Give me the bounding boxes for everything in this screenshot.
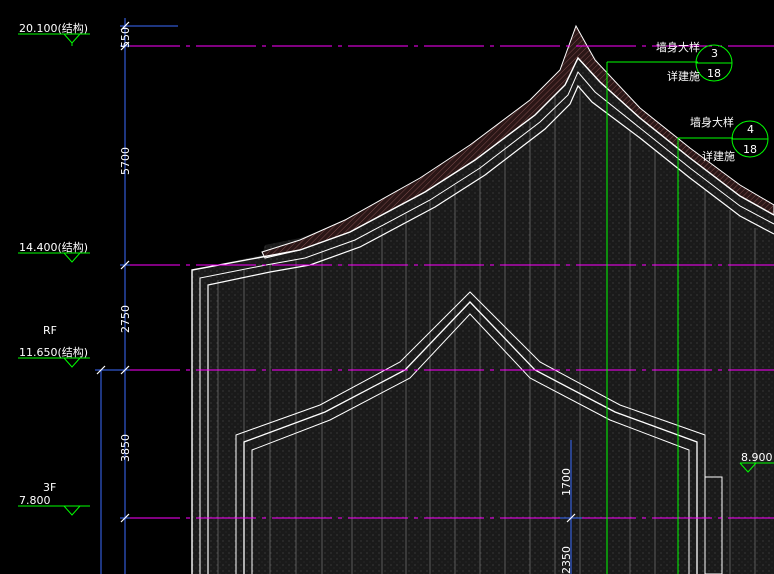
callout-circles [695, 44, 769, 158]
callout-1-title: 墙身大样 [656, 40, 700, 54]
callout-2-sheet: 18 [743, 143, 757, 156]
level-label-11650: 11.650(结构) [19, 345, 88, 359]
level-label-7800: 7.800 [19, 494, 51, 507]
callout-1-number: 3 [711, 47, 718, 60]
level-label-8900: 8.900 [741, 451, 773, 464]
callout-2-number: 4 [747, 123, 754, 136]
dimension-2750: 2750 [119, 305, 132, 333]
level-label-14400: 14.400(结构) [19, 240, 88, 254]
cad-drawing-canvas[interactable]: 20.100(结构) 14.400(结构) RF 11.650(结构) 3F 7… [0, 0, 774, 574]
dimension-2350: 2350 [560, 546, 573, 574]
dimension-3850: 3850 [119, 434, 132, 462]
floor-name-3f: 3F [43, 481, 56, 494]
callout-1-sheet: 18 [707, 67, 721, 80]
level-label-top: 20.100(结构) [19, 21, 88, 35]
floor-name-rf: RF [43, 324, 57, 337]
elevation-drawing[interactable]: 20.100(结构) 14.400(结构) RF 11.650(结构) 3F 7… [0, 0, 774, 574]
dimension-5700: 5700 [119, 147, 132, 175]
dimension-550: 550 [119, 27, 132, 48]
dimension-1700: 1700 [560, 468, 573, 496]
callout-1-note: 详建施 [667, 69, 700, 83]
building-wall-fill [192, 28, 774, 574]
callout-2-note: 详建施 [702, 149, 735, 163]
callout-2-title: 墙身大样 [690, 115, 734, 129]
